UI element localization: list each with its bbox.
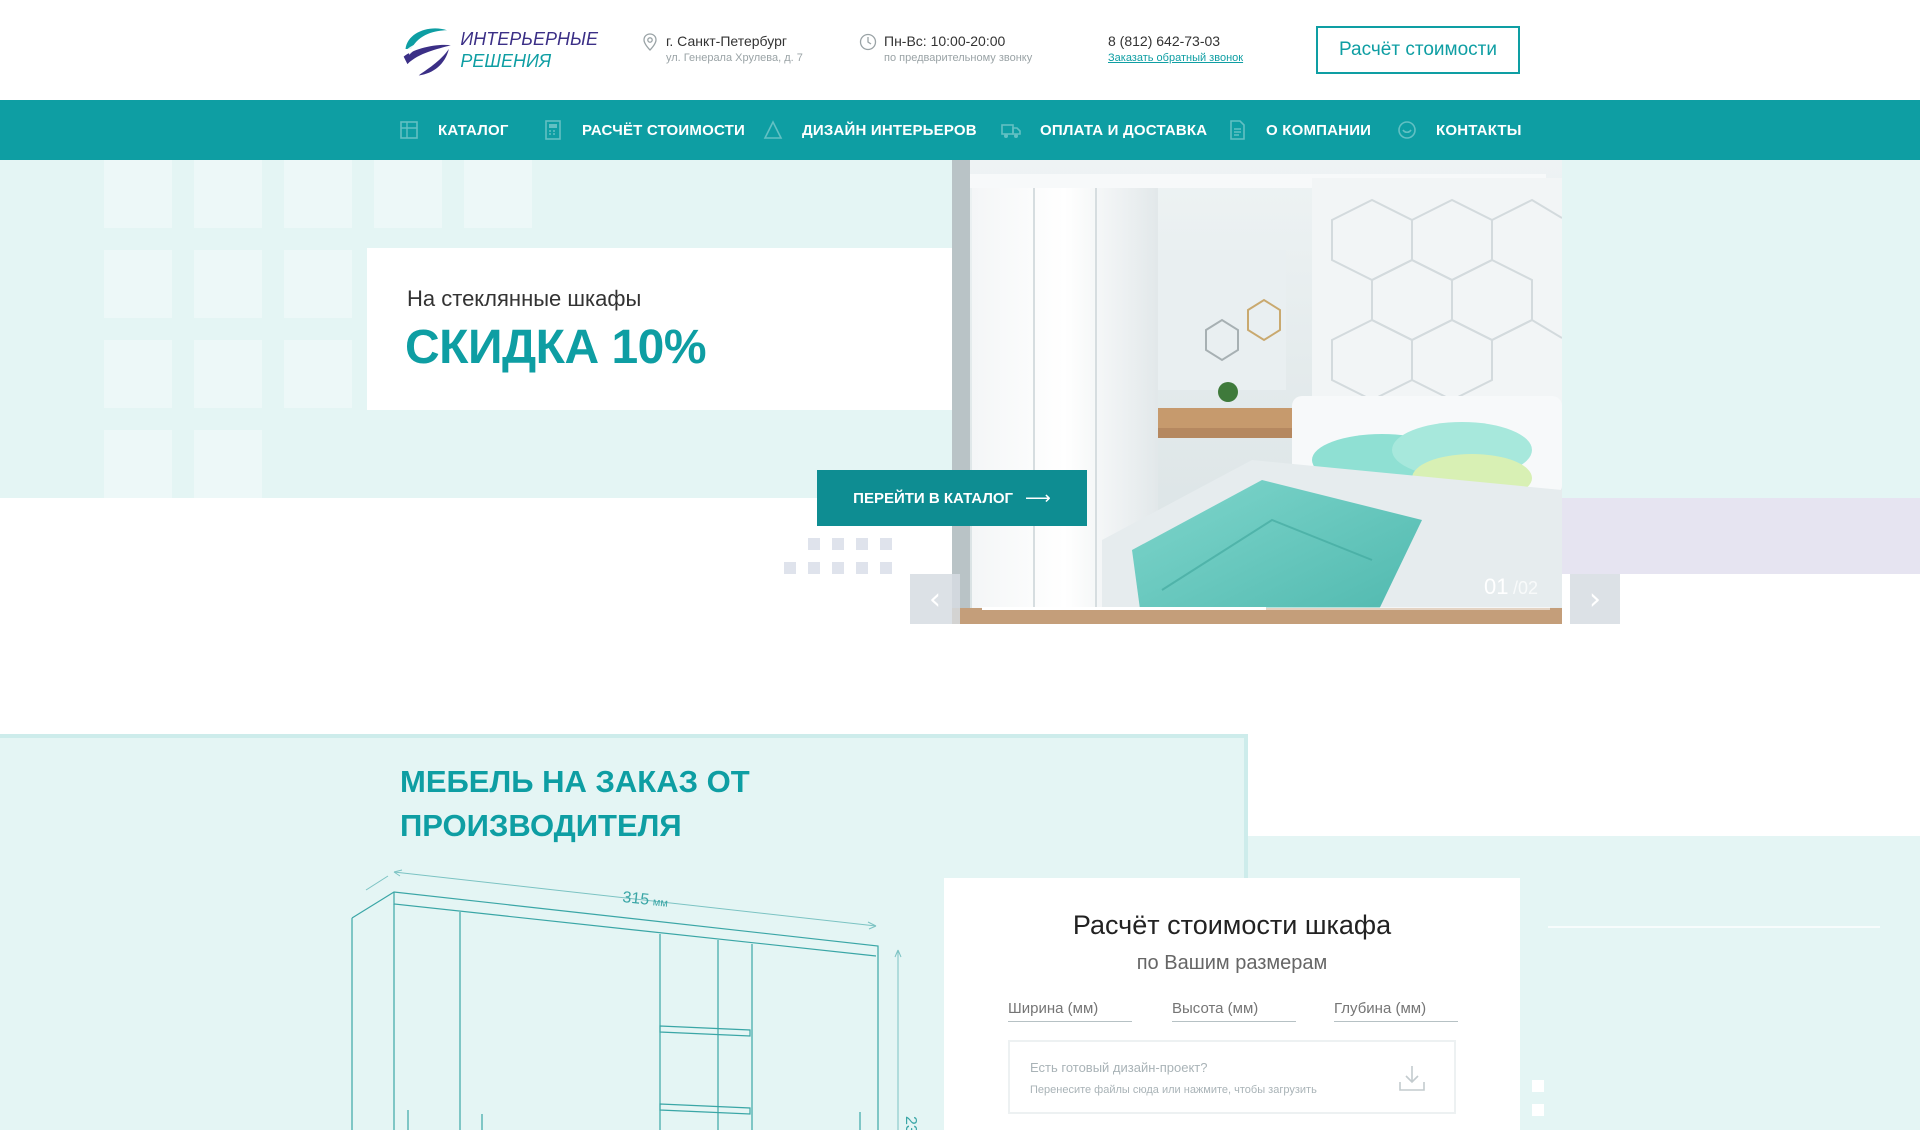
go-to-catalog-button[interactable]: ПЕРЕЙТИ В КАТАЛОГ ⟶ (817, 470, 1087, 526)
decor-dot (880, 562, 892, 574)
nav-label: РАСЧЁТ СТОИМОСТИ (582, 121, 745, 139)
bg-tile (284, 250, 352, 318)
slide-progress-fill (982, 607, 1266, 610)
logo-line-1: ИНТЕРЬЕРНЫЕ (460, 29, 598, 49)
slide-total: /02 (1512, 578, 1538, 598)
chevron-left-icon: ‹ (929, 581, 941, 617)
calculator-title: Расчёт стоимости шкафа (1072, 910, 1392, 940)
site-header: ИНТЕРЬЕРНЫЕ РЕШЕНИЯ г. Санкт-Петербург у… (0, 0, 1920, 100)
decor-dot (784, 562, 796, 574)
header-address: г. Санкт-Петербург ул. Генерала Хрулева,… (640, 32, 803, 66)
truck-icon (1001, 124, 1021, 138)
wardrobe-dimension-drawing: 70мм 315мм 23 (351, 869, 919, 1130)
page: ИНТЕРЬЕРНЫЕ РЕШЕНИЯ г. Санкт-Петербург у… (0, 0, 1920, 1130)
upload-title: Есть готовый дизайн-проект? (1030, 1060, 1208, 1075)
height-field[interactable] (1172, 996, 1296, 1022)
logo-line-2: РЕШЕНИЯ (460, 51, 552, 71)
decor-dot (856, 538, 868, 550)
decor-line (1548, 926, 1880, 928)
header-hours: Пн-Вс: 10:00-20:00 по предварительному з… (858, 32, 1032, 66)
width-field[interactable] (1008, 996, 1132, 1022)
nav-item-delivery[interactable]: ОПЛАТА И ДОСТАВКА (1000, 100, 1207, 160)
design-icon (763, 120, 783, 139)
main-nav: КАТАЛОГ РАСЧЁТ СТОИМОСТИ ДИЗАЙН ИНТЕРЬЕР… (0, 100, 1920, 160)
promo-title: СКИДКА 10% (405, 321, 707, 374)
bg-tile (104, 340, 172, 408)
decor-dot (808, 562, 820, 574)
nav-label: КОНТАКТЫ (1436, 121, 1522, 139)
nav-label: ДИЗАЙН ИНТЕРЬЕРОВ (802, 121, 977, 139)
cost-calculator-card: Расчёт стоимости шкафа по Вашим размерам… (944, 878, 1520, 1130)
decor-dot (1532, 1104, 1544, 1116)
slider-next-button[interactable]: › (1570, 574, 1620, 624)
arrow-right-icon: ⟶ (1025, 487, 1051, 508)
bg-tile (194, 340, 262, 408)
hours-note: по предварительному звонку (884, 52, 1033, 64)
logo-swirl-icon (403, 28, 451, 76)
width-value: 315 (622, 889, 650, 909)
phone-number[interactable]: 8 (812) 642-73-03 (1108, 32, 1243, 50)
section-title: МЕБЕЛЬ НА ЗАКАЗ ОТ ПРОИЗВОДИТЕЛЯ (400, 764, 750, 843)
bg-tile (104, 250, 172, 318)
clock-icon (859, 33, 877, 51)
chevron-right-icon: › (1589, 581, 1601, 617)
slider-prev-button[interactable]: ‹ (910, 574, 960, 624)
bedroom-illustration (952, 160, 1562, 624)
catalog-icon (400, 121, 418, 139)
width-label: 315 мм (622, 889, 669, 911)
decor-dot (1532, 1080, 1544, 1092)
document-icon (1230, 120, 1245, 140)
hero-bedroom-image (952, 160, 1562, 624)
decor-band (1562, 498, 1920, 574)
decor-dot (832, 562, 844, 574)
bg-tile (374, 160, 442, 228)
callback-link[interactable]: Заказать обратный звонок (1108, 50, 1243, 66)
nav-item-design[interactable]: ДИЗАЙН ИНТЕРЬЕРОВ (762, 100, 977, 160)
download-icon (1399, 1066, 1425, 1091)
bg-tile (104, 160, 172, 228)
decor-dot (808, 538, 820, 550)
bg-tile (464, 160, 532, 228)
calc-cost-button[interactable]: Расчёт стоимости (1316, 26, 1520, 74)
promo-subtitle: На стеклянные шкафы (407, 286, 642, 311)
address-street: ул. Генерала Хрулева, д. 7 (666, 52, 803, 64)
calculator-subtitle: по Вашим размерам (1136, 952, 1328, 974)
bg-tile (194, 250, 262, 318)
nav-item-contacts[interactable]: КОНТАКТЫ (1396, 100, 1522, 160)
calculator-icon (545, 120, 561, 140)
slide-current: 01 (1484, 574, 1509, 599)
decor-dot (856, 562, 868, 574)
promo-card: На стеклянные шкафы СКИДКА 10% (367, 248, 953, 410)
contacts-icon (1398, 121, 1416, 139)
bg-tile (194, 160, 262, 228)
nav-label: О КОМПАНИИ (1266, 121, 1372, 139)
decor-dot (880, 538, 892, 550)
hours-text: Пн-Вс: 10:00-20:00 (884, 33, 1006, 49)
header-phone: 8 (812) 642-73-03 Заказать обратный звон… (1108, 32, 1243, 66)
decor-dot (832, 538, 844, 550)
logo[interactable]: ИНТЕРЬЕРНЫЕ РЕШЕНИЯ (398, 18, 598, 82)
nav-item-about[interactable]: О КОМПАНИИ (1226, 100, 1371, 160)
address-city: г. Санкт-Петербург (666, 33, 787, 49)
slide-counter: 01 /02 (1484, 574, 1538, 600)
slide-progress-track (982, 607, 1550, 610)
catalog-button-label: ПЕРЕЙТИ В КАТАЛОГ (853, 489, 1014, 507)
nav-label: ОПЛАТА И ДОСТАВКА (1040, 121, 1208, 139)
height-label: 23 (902, 1116, 919, 1130)
location-pin-icon (643, 33, 657, 51)
logo-text: ИНТЕРЬЕРНЫЕ РЕШЕНИЯ (460, 28, 598, 72)
nav-label: КАТАЛОГ (438, 121, 509, 139)
upload-hint: Перенесите файлы сюда или нажмите, чтобы… (1030, 1084, 1317, 1096)
bg-tile (194, 430, 262, 498)
depth-field[interactable] (1334, 996, 1458, 1022)
file-upload-dropzone[interactable]: Есть готовый дизайн-проект? Перенесите ф… (1008, 1040, 1456, 1114)
bg-tile (284, 160, 352, 228)
bg-tile (284, 340, 352, 408)
bg-tile (104, 430, 172, 498)
nav-item-calculator[interactable]: РАСЧЁТ СТОИМОСТИ (542, 100, 745, 160)
width-unit: мм (652, 896, 668, 910)
nav-item-catalog[interactable]: КАТАЛОГ (398, 100, 509, 160)
